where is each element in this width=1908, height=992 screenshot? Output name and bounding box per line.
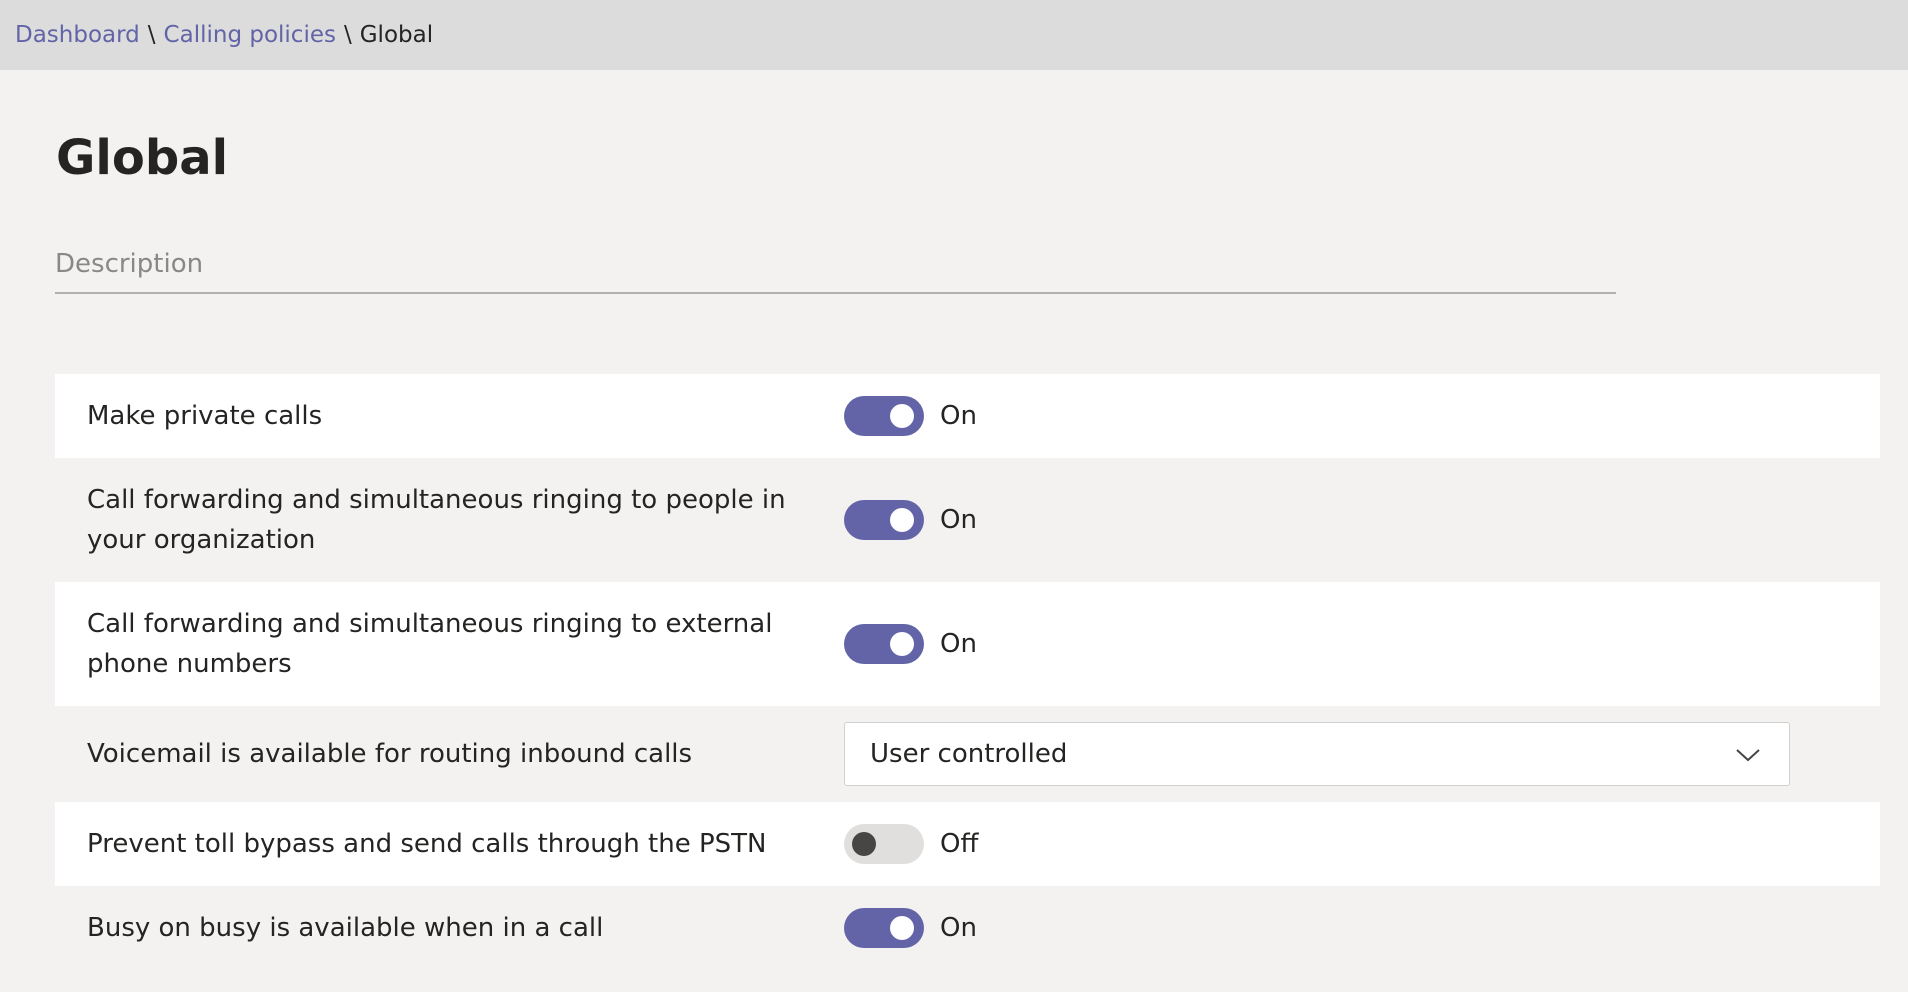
toggle-state-text: On [940, 401, 977, 431]
setting-label: Prevent toll bypass and send calls throu… [87, 829, 767, 859]
setting-row-voicemail: Voicemail is available for routing inbou… [55, 706, 1880, 802]
setting-label: Voicemail is available for routing inbou… [87, 739, 693, 769]
toggle-knob [890, 632, 914, 656]
toggle-state-text: On [940, 629, 977, 659]
setting-row-forwarding-internal: Call forwarding and simultaneous ringing… [55, 458, 1880, 582]
toggle-state-text: On [940, 913, 977, 943]
settings-list: Make private calls On Call forwarding an… [55, 374, 1880, 970]
setting-row-private-calls: Make private calls On [55, 374, 1880, 458]
toggle-knob [890, 508, 914, 532]
description-field[interactable] [55, 236, 1616, 294]
setting-row-busy-on-busy: Busy on busy is available when in a call… [55, 886, 1880, 970]
toggle-state-text: On [940, 505, 977, 535]
setting-label: Call forwarding and simultaneous ringing… [87, 485, 786, 555]
breadcrumb-link-calling-policies[interactable]: Calling policies [164, 22, 336, 48]
toggle-knob [852, 832, 876, 856]
setting-row-toll-bypass: Prevent toll bypass and send calls throu… [55, 802, 1880, 886]
toggle-knob [890, 404, 914, 428]
breadcrumb-current: Global [359, 22, 434, 48]
toggle-knob [890, 916, 914, 940]
setting-label: Call forwarding and simultaneous ringing… [87, 609, 773, 679]
chevron-down-icon [1735, 743, 1761, 773]
toll-bypass-toggle[interactable] [844, 824, 924, 864]
page-title: Global [56, 130, 229, 186]
breadcrumb-separator: \ [343, 22, 352, 48]
setting-label: Make private calls [87, 401, 323, 431]
dropdown-value: User controlled [870, 739, 1068, 769]
voicemail-dropdown[interactable]: User controlled [844, 722, 1790, 786]
private-calls-toggle[interactable] [844, 396, 924, 436]
forwarding-external-toggle[interactable] [844, 624, 924, 664]
breadcrumb: Dashboard \ Calling policies \ Global [0, 0, 1908, 70]
forwarding-internal-toggle[interactable] [844, 500, 924, 540]
toggle-state-text: Off [940, 829, 979, 859]
breadcrumb-separator: \ [147, 22, 156, 48]
breadcrumb-link-dashboard[interactable]: Dashboard [15, 22, 140, 48]
busy-on-busy-toggle[interactable] [844, 908, 924, 948]
setting-label: Busy on busy is available when in a call [87, 913, 604, 943]
setting-row-forwarding-external: Call forwarding and simultaneous ringing… [55, 582, 1880, 706]
